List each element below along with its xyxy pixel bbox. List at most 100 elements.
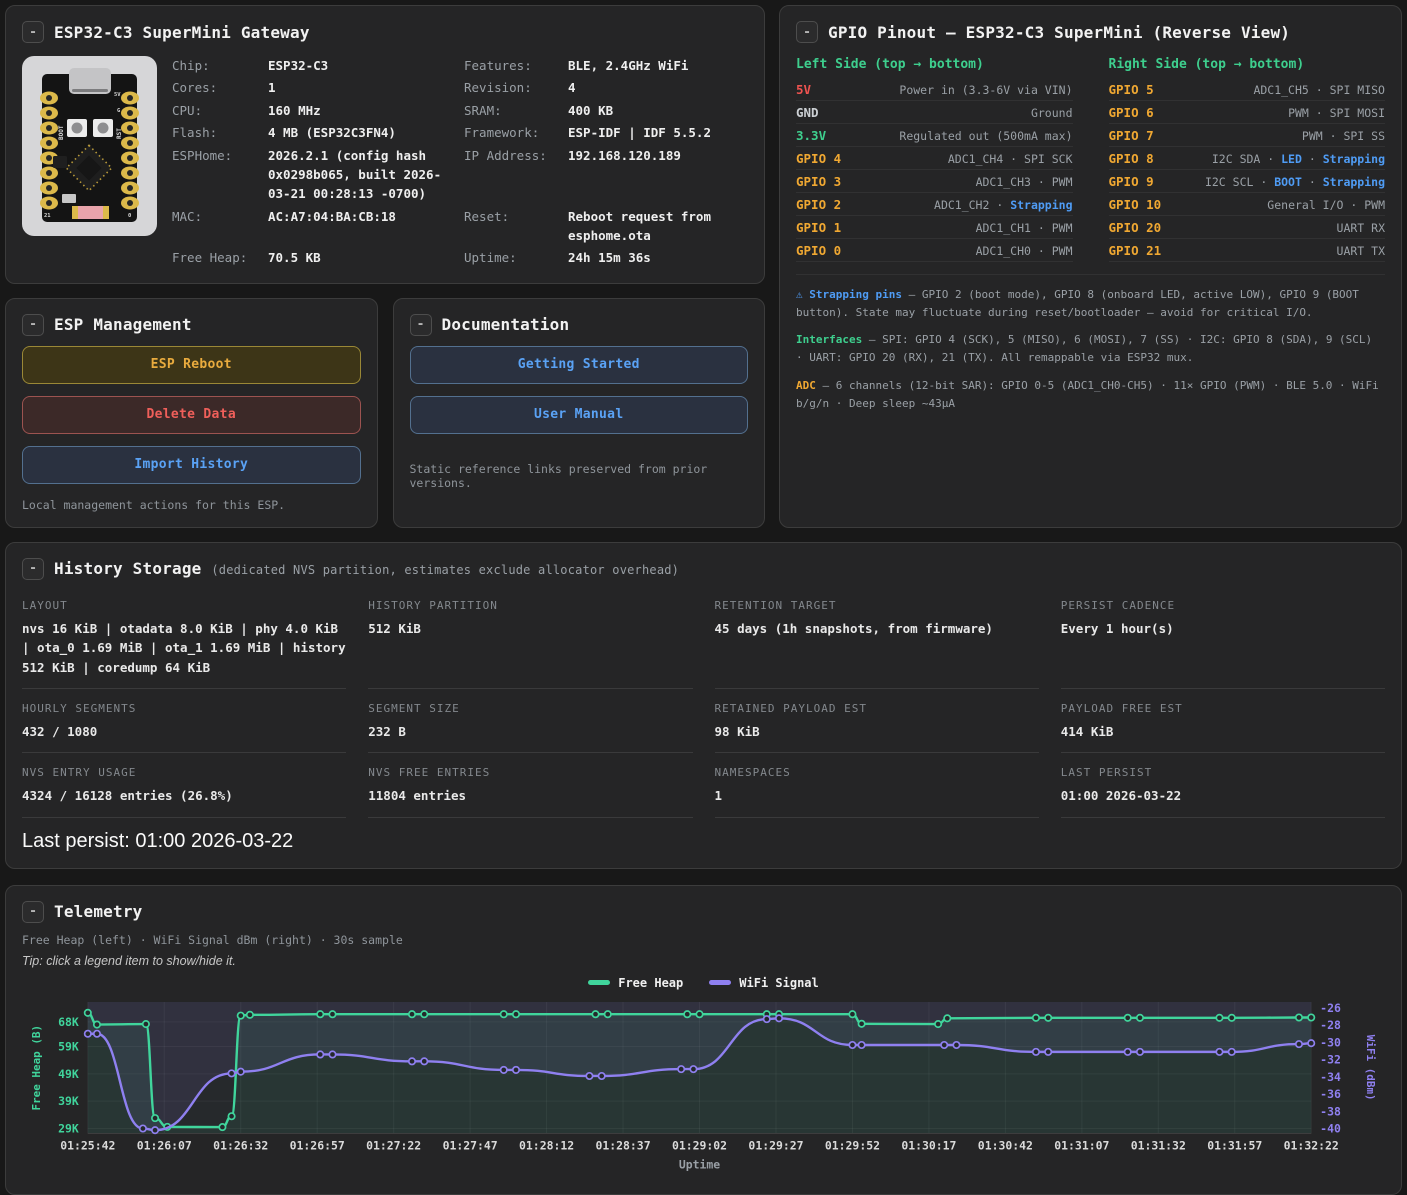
pinout-columns: Left Side (top → bottom) 5VPower in (3.3… (796, 53, 1385, 262)
pin-row-gpio-8: GPIO 8I2C SDA · LED · Strapping (1109, 147, 1386, 170)
chart-right-tick: -26 (1320, 1001, 1341, 1015)
chart-point-wifi-signal (1229, 1048, 1235, 1054)
legend-item-wifi-signal[interactable]: WiFi Signal (709, 976, 818, 990)
telemetry-collapse-button[interactable]: - (22, 901, 44, 923)
chart-left-tick: 49K (58, 1066, 79, 1080)
stat-label: NAMESPACES (715, 766, 1039, 779)
chart-x-tick: 01:27:22 (366, 1138, 421, 1152)
user-manual-button[interactable]: User Manual (410, 396, 749, 434)
panel-gateway: - ESP32-C3 SuperMini Gateway (5, 5, 765, 284)
pin-row-gpio-4: GPIO 4ADC1_CH4 · SPI SCK (796, 147, 1073, 170)
chart-point-free-heap (1216, 1014, 1222, 1020)
management-title: ESP Management (54, 315, 192, 334)
stat-value: 4324 / 16128 entries (26.8%) (22, 786, 346, 805)
chart-right-axis-label: WiFi (dBm) (1364, 1034, 1377, 1100)
stat-value: 11804 entries (368, 786, 692, 805)
device-info-value: AC:A7:04:BA:CB:18 (268, 207, 456, 246)
chart-point-free-heap (152, 1115, 158, 1121)
stat-cell-retention-target: RETENTION TARGET45 days (1h snapshots, f… (715, 586, 1039, 689)
history-collapse-button[interactable]: - (22, 558, 44, 580)
management-collapse-button[interactable]: - (22, 314, 44, 336)
pin-name: GPIO 7 (1109, 128, 1154, 143)
pin-desc: I2C SCL · BOOT · Strapping (1205, 175, 1385, 189)
chart-right-tick: -32 (1320, 1052, 1341, 1066)
device-info-label: ESPHome: (172, 146, 260, 204)
pin-name: GPIO 10 (1109, 197, 1162, 212)
chart-x-tick: 01:27:47 (443, 1138, 498, 1152)
stat-label: NVS FREE ENTRIES (368, 766, 692, 779)
stat-cell-hourly-segments: HOURLY SEGMENTS432 / 1080 (22, 689, 346, 753)
import-history-button[interactable]: Import History (22, 446, 361, 484)
chart-point-wifi-signal (1296, 1041, 1302, 1047)
chart-point-wifi-signal (94, 1030, 100, 1036)
panel-documentation: - Documentation Getting Started User Manu… (393, 298, 766, 528)
chart-point-free-heap (935, 1021, 941, 1027)
stat-cell-retained-payload-est: RETAINED PAYLOAD EST98 KiB (715, 689, 1039, 753)
chart-point-wifi-signal (1137, 1048, 1143, 1054)
pinout-header: - GPIO Pinout — ESP32-C3 SuperMini (Reve… (796, 21, 1385, 43)
chart-point-free-heap (1308, 1014, 1314, 1020)
documentation-header: - Documentation (410, 314, 749, 336)
chart-point-free-heap (421, 1011, 427, 1017)
pin-desc-link: Strapping (1323, 152, 1385, 166)
pin-name: GPIO 3 (796, 174, 841, 189)
documentation-buttons: Getting Started User Manual (410, 346, 749, 434)
pin-row-gnd: GNDGround (796, 101, 1073, 124)
pinout-collapse-button[interactable]: - (796, 21, 818, 43)
pin-desc: PWM · SPI SS (1302, 129, 1385, 143)
device-info-label: Cores: (172, 78, 260, 97)
chart-point-wifi-signal (1308, 1040, 1314, 1046)
esp-reboot-button[interactable]: ESP Reboot (22, 346, 361, 384)
history-title: History Storage (dedicated NVS partition… (54, 559, 679, 578)
stat-label: LAYOUT (22, 599, 346, 612)
chart-point-free-heap (605, 1011, 611, 1017)
pin-row-gpio-5: GPIO 5ADC1_CH5 · SPI MISO (1109, 78, 1386, 101)
chart-point-wifi-signal (953, 1041, 959, 1047)
chart-x-tick: 01:26:32 (213, 1138, 268, 1152)
stat-cell-last-persist: LAST PERSIST01:00 2026-03-22 (1061, 753, 1385, 817)
legend-label: Free Heap (618, 976, 683, 990)
stat-label: PERSIST CADENCE (1061, 599, 1385, 612)
chart-point-free-heap (1045, 1014, 1051, 1020)
chart-x-tick: 01:28:37 (596, 1138, 651, 1152)
stat-value: 414 KiB (1061, 722, 1385, 741)
chart-point-free-heap (85, 1009, 91, 1015)
chart-legend: Free Heap WiFi Signal (22, 976, 1385, 990)
device-info-value: 24h 15m 36s (568, 248, 748, 267)
device-info-value: BLE, 2.4GHz WiFi (568, 56, 748, 75)
gateway-collapse-button[interactable]: - (22, 21, 44, 43)
chart-point-free-heap (94, 1021, 100, 1027)
pin-name: GPIO 21 (1109, 243, 1162, 258)
chart-point-free-heap (592, 1011, 598, 1017)
pin-desc: UART RX (1337, 221, 1385, 235)
pin-desc: UART TX (1337, 244, 1385, 258)
top-row: - ESP32-C3 SuperMini Gateway (5, 5, 1402, 528)
stat-label: PAYLOAD FREE EST (1061, 702, 1385, 715)
chart-x-tick: 01:25:42 (60, 1138, 115, 1152)
history-header: - History Storage (dedicated NVS partiti… (22, 558, 1385, 580)
chart-x-tick: 01:31:07 (1054, 1138, 1109, 1152)
pin-row-gpio-6: GPIO 6PWM · SPI MOSI (1109, 101, 1386, 124)
chart-point-wifi-signal (849, 1041, 855, 1047)
stat-value: 01:00 2026-03-22 (1061, 786, 1385, 805)
stat-label: HOURLY SEGMENTS (22, 702, 346, 715)
chart-point-free-heap (409, 1011, 415, 1017)
management-buttons: ESP Reboot Delete Data Import History (22, 346, 361, 484)
stat-cell-layout: LAYOUTnvs 16 KiB | otadata 8.0 KiB | phy… (22, 586, 346, 689)
telemetry-subtitle: Free Heap (left) · WiFi Signal dBm (righ… (22, 933, 1385, 947)
delete-data-button[interactable]: Delete Data (22, 396, 361, 434)
chart-point-free-heap (501, 1011, 507, 1017)
chart-right-tick: -40 (1320, 1121, 1341, 1135)
legend-item-free-heap[interactable]: Free Heap (588, 976, 683, 990)
chart-point-wifi-signal (329, 1051, 335, 1057)
device-info-value: 160 MHz (268, 101, 456, 120)
documentation-collapse-button[interactable]: - (410, 314, 432, 336)
chart-point-wifi-signal (228, 1070, 234, 1076)
left-column: - ESP32-C3 SuperMini Gateway (5, 5, 765, 528)
getting-started-button[interactable]: Getting Started (410, 346, 749, 384)
device-info-value: 192.168.120.189 (568, 146, 748, 204)
device-info-label: Chip: (172, 56, 260, 75)
chart-x-tick: 01:29:02 (672, 1138, 727, 1152)
pin-desc: PWM · SPI MOSI (1288, 106, 1385, 120)
telemetry-chart[interactable]: 68K59K49K39K29K-26-28-30-32-34-36-38-400… (22, 992, 1385, 1175)
